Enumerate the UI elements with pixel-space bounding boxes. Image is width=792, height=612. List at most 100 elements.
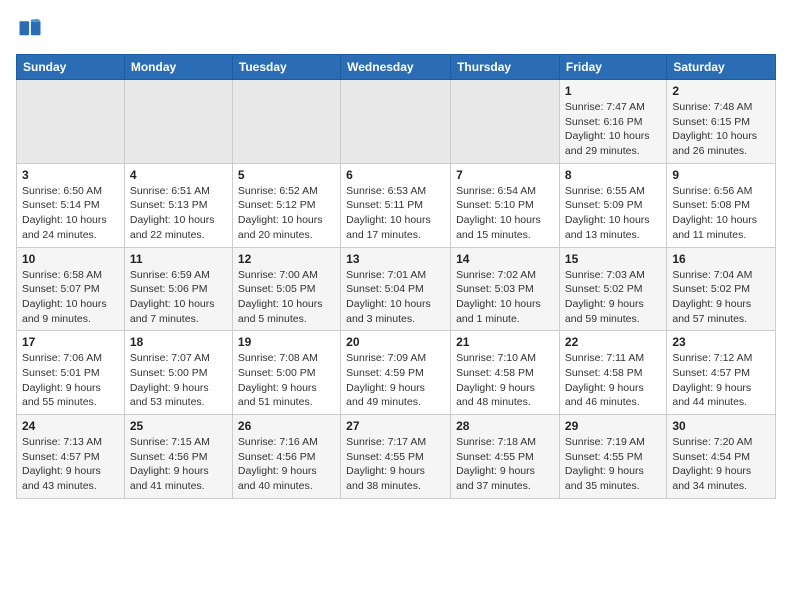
calendar-cell: 25Sunrise: 7:15 AM Sunset: 4:56 PM Dayli… (124, 415, 232, 499)
calendar-week-row: 1 Sunrise: 7:47 AM Sunset: 6:16 PM Daylig… (17, 80, 776, 164)
page-header (16, 16, 776, 44)
day-number: 20 (346, 335, 445, 349)
calendar-week-row: 24 Sunrise: 7:13 AM Sunset: 4:57 PM Dayli… (17, 415, 776, 499)
calendar-cell: 9 Sunrise: 6:56 AM Sunset: 5:08 PM Daylig… (667, 163, 776, 247)
calendar-cell: 6 Sunrise: 6:53 AM Sunset: 5:11 PM Daylig… (341, 163, 451, 247)
day-info: Sunrise: 7:19 AM Sunset: 4:55 PM Dayligh… (565, 435, 661, 494)
day-number: 5 (238, 168, 335, 182)
day-number: 18 (130, 335, 227, 349)
day-info: Sunrise: 7:04 AM Sunset: 5:02 PM Dayligh… (672, 268, 770, 327)
calendar-cell: 19 Sunrise: 7:08 AM Sunset: 5:00 PM Dayli… (232, 331, 340, 415)
calendar-cell: 14 Sunrise: 7:02 AM Sunset: 5:03 PM Dayli… (451, 247, 560, 331)
day-info: Sunrise: 6:56 AM Sunset: 5:08 PM Dayligh… (672, 184, 770, 243)
calendar-cell: 17Sunrise: 7:06 AM Sunset: 5:01 PM Dayli… (17, 331, 125, 415)
calendar-cell: 24 Sunrise: 7:13 AM Sunset: 4:57 PM Dayli… (17, 415, 125, 499)
day-info: Sunrise: 7:01 AM Sunset: 5:04 PM Dayligh… (346, 268, 445, 327)
day-info: Sunrise: 7:20 AM Sunset: 4:54 PM Dayligh… (672, 435, 770, 494)
calendar-cell: 2 Sunrise: 7:48 AM Sunset: 6:15 PM Daylig… (667, 80, 776, 164)
calendar-cell: 15 Sunrise: 7:03 AM Sunset: 5:02 PM Dayli… (559, 247, 666, 331)
day-info: Sunrise: 7:00 AM Sunset: 5:05 PM Dayligh… (238, 268, 335, 327)
day-info: Sunrise: 7:47 AM Sunset: 6:16 PM Dayligh… (565, 100, 661, 159)
day-info: Sunrise: 7:12 AM Sunset: 4:57 PM Dayligh… (672, 351, 770, 410)
column-header-tuesday: Tuesday (232, 55, 340, 80)
day-info: Sunrise: 7:17 AM Sunset: 4:55 PM Dayligh… (346, 435, 445, 494)
day-number: 10 (22, 252, 119, 266)
day-number: 2 (672, 84, 770, 98)
day-number: 7 (456, 168, 554, 182)
day-info: Sunrise: 7:08 AM Sunset: 5:00 PM Dayligh… (238, 351, 335, 410)
column-header-saturday: Saturday (667, 55, 776, 80)
calendar-cell: 18 Sunrise: 7:07 AM Sunset: 5:00 PM Dayli… (124, 331, 232, 415)
calendar-cell (232, 80, 340, 164)
day-number: 9 (672, 168, 770, 182)
day-info: Sunrise: 7:09 AM Sunset: 4:59 PM Dayligh… (346, 351, 445, 410)
day-info: Sunrise: 7:18 AM Sunset: 4:55 PM Dayligh… (456, 435, 554, 494)
column-header-wednesday: Wednesday (341, 55, 451, 80)
calendar-cell: 22 Sunrise: 7:11 AM Sunset: 4:58 PM Dayli… (559, 331, 666, 415)
calendar-cell: 21 Sunrise: 7:10 AM Sunset: 4:58 PM Dayli… (451, 331, 560, 415)
day-info: Sunrise: 6:51 AM Sunset: 5:13 PM Dayligh… (130, 184, 227, 243)
column-header-thursday: Thursday (451, 55, 560, 80)
day-number: 16 (672, 252, 770, 266)
day-info: Sunrise: 6:55 AM Sunset: 5:09 PM Dayligh… (565, 184, 661, 243)
day-info: Sunrise: 7:11 AM Sunset: 4:58 PM Dayligh… (565, 351, 661, 410)
day-number: 24 (22, 419, 119, 433)
calendar-cell (124, 80, 232, 164)
day-info: Sunrise: 7:07 AM Sunset: 5:00 PM Dayligh… (130, 351, 227, 410)
calendar-cell: 16 Sunrise: 7:04 AM Sunset: 5:02 PM Dayli… (667, 247, 776, 331)
day-number: 1 (565, 84, 661, 98)
day-number: 26 (238, 419, 335, 433)
day-info: Sunrise: 6:59 AM Sunset: 5:06 PM Dayligh… (130, 268, 227, 327)
calendar-cell: 27 Sunrise: 7:17 AM Sunset: 4:55 PM Dayli… (341, 415, 451, 499)
day-number: 6 (346, 168, 445, 182)
day-number: 12 (238, 252, 335, 266)
day-number: 17 (22, 335, 119, 349)
day-number: 8 (565, 168, 661, 182)
day-info: Sunrise: 7:02 AM Sunset: 5:03 PM Dayligh… (456, 268, 554, 327)
day-number: 21 (456, 335, 554, 349)
calendar-cell: 3Sunrise: 6:50 AM Sunset: 5:14 PM Daylig… (17, 163, 125, 247)
day-info: Sunrise: 7:03 AM Sunset: 5:02 PM Dayligh… (565, 268, 661, 327)
calendar-cell: 23 Sunrise: 7:12 AM Sunset: 4:57 PM Dayli… (667, 331, 776, 415)
day-info: Sunrise: 7:16 AM Sunset: 4:56 PM Dayligh… (238, 435, 335, 494)
day-info: Sunrise: 7:10 AM Sunset: 4:58 PM Dayligh… (456, 351, 554, 410)
calendar-week-row: 17Sunrise: 7:06 AM Sunset: 5:01 PM Dayli… (17, 331, 776, 415)
column-header-monday: Monday (124, 55, 232, 80)
day-info: Sunrise: 6:54 AM Sunset: 5:10 PM Dayligh… (456, 184, 554, 243)
day-info: Sunrise: 6:50 AM Sunset: 5:14 PM Dayligh… (22, 184, 119, 243)
calendar-cell: 7 Sunrise: 6:54 AM Sunset: 5:10 PM Daylig… (451, 163, 560, 247)
day-info: Sunrise: 6:58 AM Sunset: 5:07 PM Dayligh… (22, 268, 119, 327)
logo (16, 16, 48, 44)
day-info: Sunrise: 7:13 AM Sunset: 4:57 PM Dayligh… (22, 435, 119, 494)
calendar-cell: 10 Sunrise: 6:58 AM Sunset: 5:07 PM Dayli… (17, 247, 125, 331)
day-number: 19 (238, 335, 335, 349)
day-number: 30 (672, 419, 770, 433)
day-number: 28 (456, 419, 554, 433)
calendar-cell: 1 Sunrise: 7:47 AM Sunset: 6:16 PM Daylig… (559, 80, 666, 164)
day-number: 29 (565, 419, 661, 433)
day-info: Sunrise: 7:48 AM Sunset: 6:15 PM Dayligh… (672, 100, 770, 159)
calendar-header-row: SundayMondayTuesdayWednesdayThursdayFrid… (17, 55, 776, 80)
calendar-week-row: 3Sunrise: 6:50 AM Sunset: 5:14 PM Daylig… (17, 163, 776, 247)
day-number: 13 (346, 252, 445, 266)
day-number: 23 (672, 335, 770, 349)
day-number: 15 (565, 252, 661, 266)
calendar-cell: 8 Sunrise: 6:55 AM Sunset: 5:09 PM Daylig… (559, 163, 666, 247)
calendar-cell: 20 Sunrise: 7:09 AM Sunset: 4:59 PM Dayli… (341, 331, 451, 415)
day-info: Sunrise: 6:53 AM Sunset: 5:11 PM Dayligh… (346, 184, 445, 243)
calendar-cell: 11Sunrise: 6:59 AM Sunset: 5:06 PM Dayli… (124, 247, 232, 331)
calendar-week-row: 10 Sunrise: 6:58 AM Sunset: 5:07 PM Dayli… (17, 247, 776, 331)
column-header-friday: Friday (559, 55, 666, 80)
calendar-cell: 28 Sunrise: 7:18 AM Sunset: 4:55 PM Dayli… (451, 415, 560, 499)
day-info: Sunrise: 6:52 AM Sunset: 5:12 PM Dayligh… (238, 184, 335, 243)
calendar-cell (17, 80, 125, 164)
calendar-cell: 4 Sunrise: 6:51 AM Sunset: 5:13 PM Daylig… (124, 163, 232, 247)
calendar-table: SundayMondayTuesdayWednesdayThursdayFrid… (16, 54, 776, 499)
day-number: 27 (346, 419, 445, 433)
day-number: 14 (456, 252, 554, 266)
day-number: 22 (565, 335, 661, 349)
calendar-cell (341, 80, 451, 164)
day-number: 25 (130, 419, 227, 433)
calendar-cell: 13 Sunrise: 7:01 AM Sunset: 5:04 PM Dayli… (341, 247, 451, 331)
day-number: 4 (130, 168, 227, 182)
